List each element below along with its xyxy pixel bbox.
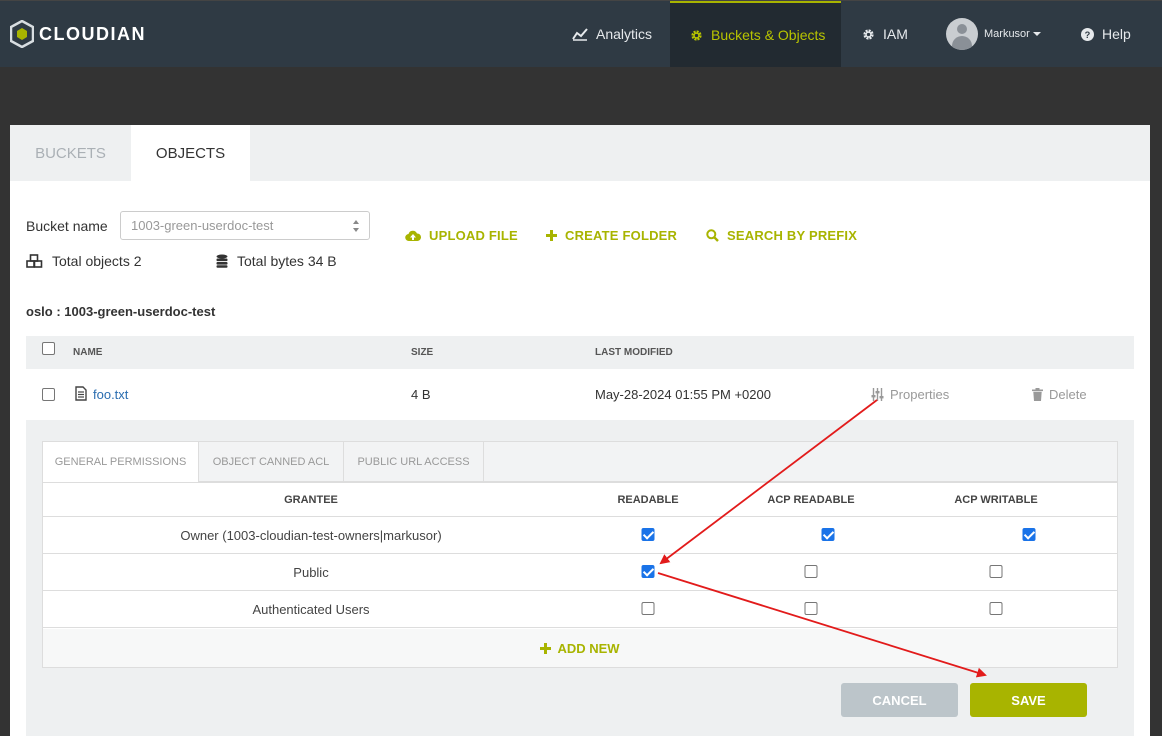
objects-table-header: NAME SIZE LAST MODIFIED <box>26 336 1134 369</box>
column-acp-writable: ACP WRITABLE <box>954 494 1038 506</box>
table-row[interactable]: foo.txt 4 B May-28-2024 01:55 PM +0200 P… <box>26 369 1134 420</box>
brand-name: CLOUDIAN <box>39 23 146 44</box>
tab-public-url-access[interactable]: PUBLIC URL ACCESS <box>344 442 484 482</box>
total-bytes-text: Total bytes 34 B <box>237 253 337 269</box>
sliders-icon <box>871 388 884 401</box>
nav-iam[interactable]: IAM <box>862 1 908 67</box>
objects-panel: BUCKETS OBJECTS Bucket name 1003-green-u… <box>10 125 1150 736</box>
database-icon <box>216 254 228 268</box>
search-icon <box>706 229 719 242</box>
authenticated-acp-readable-checkbox[interactable] <box>804 602 818 615</box>
bucket-select-value: 1003-green-userdoc-test <box>131 218 274 233</box>
nav-buckets-objects-label: Buckets & Objects <box>711 27 826 43</box>
owner-acp-writable-checkbox[interactable] <box>1022 528 1036 541</box>
caret-down-icon <box>1032 32 1041 36</box>
nav-iam-label: IAM <box>883 26 908 42</box>
permission-row-public: Public <box>43 554 1117 591</box>
create-folder-button[interactable]: CREATE FOLDER <box>546 228 677 243</box>
upload-file-label: UPLOAD FILE <box>429 228 518 243</box>
authenticated-readable-checkbox[interactable] <box>641 602 655 615</box>
save-button[interactable]: SAVE <box>970 683 1087 717</box>
cancel-button[interactable]: CANCEL <box>841 683 958 717</box>
permissions-box: GENERAL PERMISSIONS OBJECT CANNED ACL PU… <box>42 441 1118 668</box>
nav-analytics[interactable]: Analytics <box>572 1 652 67</box>
svg-text:?: ? <box>1085 30 1091 40</box>
properties-label: Properties <box>890 387 950 402</box>
column-grantee: GRANTEE <box>284 494 338 506</box>
search-by-prefix-label: SEARCH BY PREFIX <box>727 228 858 243</box>
add-new-button[interactable]: ADD NEW <box>43 629 1117 667</box>
file-icon <box>75 386 87 404</box>
permissions-tabs: GENERAL PERMISSIONS OBJECT CANNED ACL PU… <box>43 442 1117 483</box>
file-size: 4 B <box>411 387 431 402</box>
delete-button[interactable]: Delete <box>1032 387 1087 402</box>
column-acp-readable: ACP READABLE <box>767 494 855 506</box>
select-all-checkbox[interactable] <box>42 342 55 355</box>
row-checkbox[interactable] <box>42 388 55 401</box>
total-objects: Total objects 2 <box>26 253 142 269</box>
gear-icon <box>862 28 875 41</box>
object-properties-panel: GENERAL PERMISSIONS OBJECT CANNED ACL PU… <box>26 420 1134 736</box>
permission-row-owner: Owner (1003-cloudian-test-owners|markuso… <box>43 517 1117 554</box>
plus-icon <box>546 230 557 241</box>
cloudian-logo-icon <box>10 20 34 48</box>
bucket-path: oslo : 1003-green-userdoc-test <box>26 304 216 319</box>
cloudian-logo[interactable]: CLOUDIAN <box>10 19 146 49</box>
nav-help-label: Help <box>1102 26 1131 42</box>
column-last-modified: LAST MODIFIED <box>595 347 673 358</box>
public-readable-checkbox[interactable] <box>641 565 655 578</box>
column-readable: READABLE <box>617 494 679 506</box>
top-navbar: CLOUDIAN Analytics Buckets & Objects IAM… <box>0 0 1162 67</box>
bucket-name-label: Bucket name <box>26 218 108 234</box>
file-last-modified: May-28-2024 01:55 PM +0200 <box>595 387 771 402</box>
nav-buckets-objects[interactable]: Buckets & Objects <box>670 1 841 67</box>
grantee-public: Public <box>293 565 329 580</box>
user-name: Markusor <box>984 28 1030 40</box>
column-size: SIZE <box>411 347 434 358</box>
properties-button[interactable]: Properties <box>871 387 949 402</box>
permissions-grid-header: GRANTEE READABLE ACP READABLE ACP WRITAB… <box>43 483 1117 517</box>
add-new-label: ADD NEW <box>557 640 620 656</box>
upload-file-button[interactable]: UPLOAD FILE <box>405 228 518 243</box>
column-name: NAME <box>73 347 103 358</box>
authenticated-acp-writable-checkbox[interactable] <box>989 602 1003 615</box>
avatar <box>946 18 978 50</box>
permission-row-authenticated: Authenticated Users <box>43 591 1117 628</box>
trash-icon <box>1032 388 1043 401</box>
file-name-link[interactable]: foo.txt <box>93 387 128 402</box>
tab-objects[interactable]: OBJECTS <box>131 125 250 181</box>
tab-buckets[interactable]: BUCKETS <box>10 125 131 181</box>
nav-analytics-label: Analytics <box>596 26 653 42</box>
cloud-upload-icon <box>405 230 421 242</box>
owner-acp-readable-checkbox[interactable] <box>821 528 835 541</box>
line-chart-icon <box>572 27 588 41</box>
question-circle-icon: ? <box>1081 27 1094 41</box>
cubes-icon <box>26 254 43 268</box>
main-tabs: BUCKETS OBJECTS <box>10 125 1150 181</box>
gear-icon <box>690 29 703 42</box>
public-acp-readable-checkbox[interactable] <box>804 565 818 578</box>
grantee-owner: Owner (1003-cloudian-test-owners|markuso… <box>180 528 442 543</box>
owner-readable-checkbox[interactable] <box>641 528 655 541</box>
tab-object-canned-acl[interactable]: OBJECT CANNED ACL <box>199 442 344 482</box>
bucket-select[interactable]: 1003-green-userdoc-test <box>120 211 370 240</box>
total-objects-text: Total objects 2 <box>52 253 142 269</box>
total-bytes: Total bytes 34 B <box>216 253 337 269</box>
delete-label: Delete <box>1049 387 1087 402</box>
user-menu[interactable]: Markusor <box>946 1 1041 67</box>
nav-help[interactable]: ? Help <box>1081 1 1131 67</box>
grantee-authenticated-users: Authenticated Users <box>252 602 370 617</box>
plus-icon <box>540 642 552 654</box>
sort-arrows-icon <box>353 220 359 232</box>
tab-general-permissions[interactable]: GENERAL PERMISSIONS <box>43 442 199 482</box>
search-by-prefix-button[interactable]: SEARCH BY PREFIX <box>706 228 857 243</box>
public-acp-writable-checkbox[interactable] <box>989 565 1003 578</box>
create-folder-label: CREATE FOLDER <box>565 228 678 243</box>
